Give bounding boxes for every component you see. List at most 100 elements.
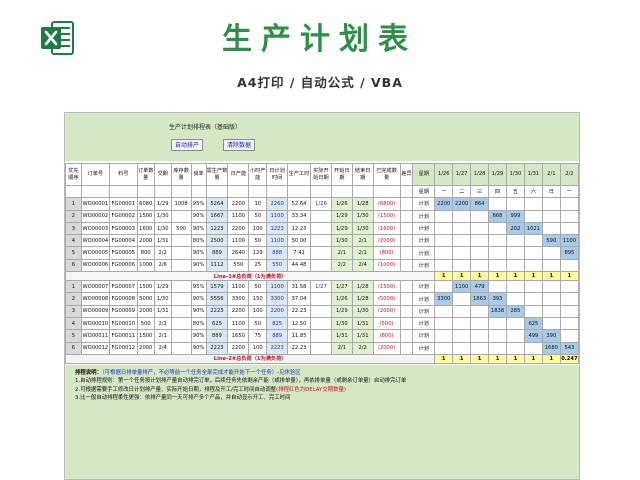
part-no-cell[interactable]: FG00006 [108,258,138,273]
part-no-cell[interactable]: FG00009 [108,304,138,318]
schedule-cell[interactable] [559,221,579,236]
schedule-cell[interactable]: 393 [488,292,507,306]
schedule-cell[interactable] [488,197,507,211]
schedule-cell[interactable] [452,341,472,355]
yield-cell[interactable]: 80% [190,316,207,331]
daily-plan-cell[interactable]: 889 [266,329,289,343]
work-hours-cell[interactable]: 12.23 [287,221,311,236]
order-qty-cell[interactable]: 2000 [136,234,155,248]
order-no-cell[interactable]: WO00004 [80,234,110,248]
stock-qty-cell[interactable] [170,292,192,306]
order-no-cell[interactable]: WO00012 [80,341,110,355]
schedule-cell[interactable] [488,316,507,331]
schedule-cell[interactable] [559,197,579,211]
schedule-cell[interactable] [506,292,525,306]
schedule-cell[interactable]: 1100 [559,234,579,248]
completed-qty-cell[interactable]: (500) [372,316,401,331]
schedule-cell[interactable] [452,221,472,236]
schedule-cell[interactable] [506,258,525,273]
schedule-cell[interactable] [434,258,454,273]
hourly-capacity-cell[interactable]: 50 [248,209,268,223]
schedule-cell[interactable]: 202 [506,221,525,236]
start-date-cell[interactable]: 1/26 [330,197,353,211]
schedule-cell[interactable]: 895 [559,246,579,260]
plan-label-cell[interactable]: 计划 [412,304,436,318]
completed-qty-cell[interactable]: (800) [372,329,401,343]
end-date-cell[interactable]: 1/30 [351,304,374,318]
actual-start-cell[interactable] [310,234,332,248]
schedule-cell[interactable] [452,316,472,331]
due-date-cell[interactable]: 2/4 [153,341,172,355]
yield-cell[interactable]: 90% [190,258,207,273]
schedule-cell[interactable] [488,280,507,294]
start-date-cell[interactable]: 1/29 [330,209,353,223]
need-qty-cell[interactable]: 2500 [205,234,229,248]
daily-capacity-cell[interactable]: 2200 [227,221,250,236]
schedule-cell[interactable] [434,209,454,223]
order-no-cell[interactable]: WO00003 [80,221,110,236]
daily-plan-cell[interactable]: 825 [266,316,289,331]
order-qty-cell[interactable]: 500 [136,316,155,331]
end-date-cell[interactable]: 1/28 [351,197,374,211]
priority-cell[interactable]: 2 [65,209,82,223]
order-no-cell[interactable]: WO00002 [80,209,110,223]
priority-cell[interactable]: 6 [65,258,82,273]
start-date-cell[interactable]: 2/2 [330,258,353,273]
end-date-cell[interactable]: 2/1 [351,234,374,248]
stock-qty-cell[interactable]: 500 [170,221,192,236]
schedule-cell[interactable] [452,246,472,260]
schedule-cell[interactable] [434,304,454,318]
due-date-cell[interactable]: 2/1 [153,329,172,343]
daily-capacity-cell[interactable]: 2200 [227,341,250,355]
stock-qty-cell[interactable]: 1008 [170,197,192,211]
clear-data-button[interactable]: 清除数据 [223,139,256,151]
daily-plan-cell[interactable]: 888 [266,246,289,260]
schedule-cell[interactable] [559,329,579,343]
schedule-cell[interactable] [559,209,579,223]
work-hours-cell[interactable]: 22.23 [287,304,311,318]
part-no-cell[interactable]: FG00001 [108,197,138,211]
completed-qty-cell[interactable]: (2000) [372,234,401,248]
schedule-cell[interactable] [452,292,472,306]
actual-start-cell[interactable] [310,209,332,223]
daily-plan-cell[interactable]: 1223 [266,221,289,236]
start-date-cell[interactable]: 1/27 [330,280,353,294]
due-date-cell[interactable]: 2/6 [153,258,172,273]
order-no-cell[interactable]: WO00005 [80,246,110,260]
schedule-cell[interactable] [541,304,561,318]
end-date-cell[interactable]: 2/2 [351,341,374,355]
schedule-cell[interactable] [470,209,490,223]
schedule-cell[interactable] [506,329,525,343]
need-qty-cell[interactable]: 1112 [205,258,229,273]
order-qty-cell[interactable]: 6080 [136,197,155,211]
schedule-cell[interactable] [488,341,507,355]
start-date-cell[interactable]: 1/31 [330,329,353,343]
order-qty-cell[interactable]: 1500 [136,329,155,343]
schedule-cell[interactable]: 590 [541,234,561,248]
completed-qty-cell[interactable]: (1500) [372,209,401,223]
plan-label-cell[interactable]: 计划 [412,221,436,236]
schedule-cell[interactable] [470,221,490,236]
plan-label-cell[interactable]: 计划 [412,234,436,248]
yield-cell[interactable]: 90% [190,209,207,223]
plan-label-cell[interactable]: 计划 [412,258,436,273]
work-hours-cell[interactable]: 50.00 [287,234,311,248]
priority-cell[interactable]: 5 [65,246,82,260]
yield-cell[interactable]: 80% [190,234,207,248]
schedule-cell[interactable] [523,209,543,223]
schedule-cell[interactable]: 668 [488,209,507,223]
completed-qty-cell[interactable]: (800) [372,246,401,260]
work-hours-cell[interactable]: 37.04 [287,292,311,306]
part-no-cell[interactable]: FG00003 [108,221,138,236]
end-date-cell[interactable]: 1/28 [351,280,374,294]
stock-qty-cell[interactable] [170,329,192,343]
stock-qty-cell[interactable] [170,258,192,273]
yield-cell[interactable]: 90% [190,329,207,343]
schedule-cell[interactable] [559,304,579,318]
stock-qty-cell[interactable] [170,246,192,260]
diff-cell[interactable] [399,221,414,236]
work-hours-cell[interactable]: 52.64 [287,197,311,211]
priority-cell[interactable]: 4 [65,234,82,248]
schedule-cell[interactable] [452,209,472,223]
end-date-cell[interactable]: 1/31 [351,329,374,343]
